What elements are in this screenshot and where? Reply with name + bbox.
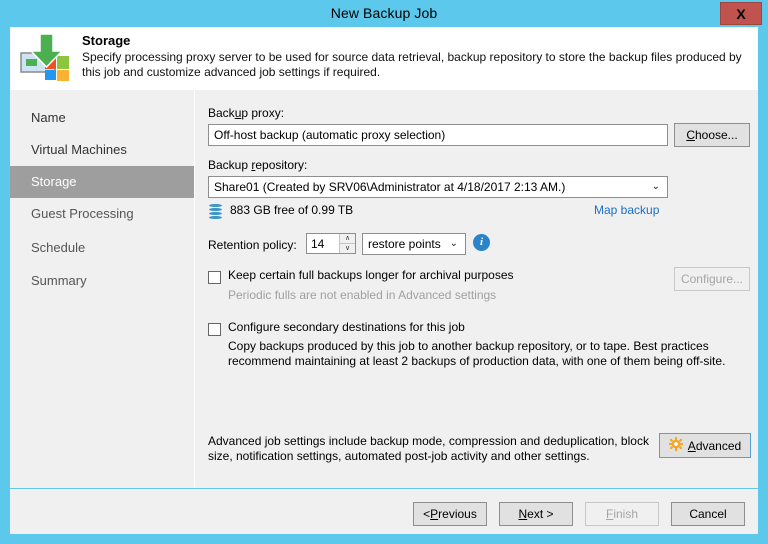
sidebar-item-guest-processing[interactable]: Guest Processing — [10, 198, 194, 230]
storage-settings-panel: Backup proxy: Off-host backup (automatic… — [196, 90, 758, 488]
page-description: Specify processing proxy server to be us… — [82, 50, 742, 79]
previous-button[interactable]: < Previous — [413, 502, 487, 526]
disk-stack-icon — [209, 204, 222, 221]
stepper-down-icon[interactable]: ∨ — [340, 244, 355, 253]
configure-archival-button[interactable]: Configure... — [674, 267, 750, 291]
close-icon: X — [736, 5, 746, 22]
title-bar: New Backup Job X — [0, 0, 768, 27]
archival-checkbox[interactable] — [208, 271, 221, 284]
page-title: Storage — [82, 33, 131, 48]
retention-points-value: 14 — [311, 237, 325, 251]
backup-storage-icon — [20, 33, 72, 83]
secondary-destinations-label[interactable]: Configure secondary destinations for thi… — [228, 320, 465, 334]
chevron-down-icon: ⌄ — [449, 238, 458, 249]
advanced-button[interactable]: Advanced — [659, 433, 751, 458]
repository-capacity-text: 883 GB free of 0.99 TB — [230, 203, 354, 217]
wizard-steps-sidebar: Name Virtual Machines Storage Guest Proc… — [10, 90, 195, 488]
backup-repository-select[interactable]: Share01 (Created by SRV06\Administrator … — [208, 176, 668, 198]
dialog-body: Name Virtual Machines Storage Guest Proc… — [10, 90, 758, 488]
advanced-description: Advanced job settings include backup mod… — [208, 434, 649, 463]
retention-unit-value: restore points — [368, 237, 441, 251]
sidebar-item-summary[interactable]: Summary — [10, 265, 194, 297]
archival-note: Periodic fulls are not enabled in Advanc… — [228, 288, 497, 302]
window-title: New Backup Job — [330, 5, 438, 21]
backup-proxy-label: Backup proxy: — [208, 106, 285, 120]
archival-checkbox-label[interactable]: Keep certain full backups longer for arc… — [228, 268, 514, 282]
backup-repository-value: Share01 (Created by SRV06\Administrator … — [214, 180, 566, 194]
secondary-destinations-checkbox[interactable] — [208, 323, 221, 336]
sidebar-item-name[interactable]: Name — [10, 102, 194, 134]
backup-proxy-input[interactable]: Off-host backup (automatic proxy selecti… — [208, 124, 668, 146]
chevron-down-icon: ⌄ — [651, 181, 660, 192]
stepper-buttons: ∧ ∨ — [339, 234, 355, 253]
info-icon[interactable]: i — [473, 234, 490, 251]
cancel-button[interactable]: Cancel — [671, 502, 745, 526]
map-backup-link[interactable]: Map backup — [594, 203, 659, 217]
finish-button[interactable]: Finish — [585, 502, 659, 526]
stepper-up-icon[interactable]: ∧ — [340, 234, 355, 244]
advanced-button-label: Advanced — [687, 438, 742, 453]
secondary-destinations-description: Copy backups produced by this job to ano… — [228, 339, 726, 368]
sidebar-item-storage[interactable]: Storage — [10, 166, 194, 198]
retention-unit-select[interactable]: restore points ⌄ — [362, 233, 466, 255]
dialog-window: New Backup Job X Storage Specify process… — [0, 0, 768, 544]
dialog-header: Storage Specify processing proxy server … — [10, 27, 758, 90]
backup-repository-label: Backup repository: — [208, 158, 308, 172]
gear-icon — [668, 437, 683, 454]
retention-points-stepper[interactable]: 14 ∧ ∨ — [306, 233, 356, 254]
choose-proxy-button[interactable]: Choose... — [674, 123, 750, 147]
retention-policy-label: Retention policy: — [208, 238, 297, 252]
next-button[interactable]: Next > — [499, 502, 573, 526]
close-button[interactable]: X — [720, 2, 762, 25]
sidebar-item-schedule[interactable]: Schedule — [10, 232, 194, 264]
dialog-footer: < Previous Next > Finish Cancel — [10, 489, 758, 534]
sidebar-item-virtual-machines[interactable]: Virtual Machines — [10, 134, 194, 166]
